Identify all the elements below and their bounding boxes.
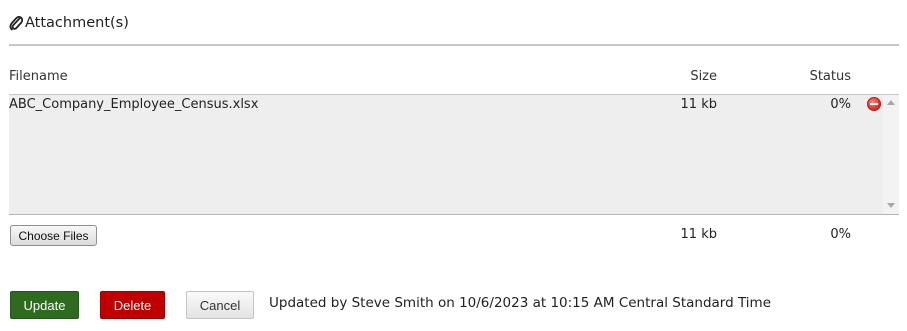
- scroll-down-icon[interactable]: [887, 203, 895, 208]
- choose-files-button[interactable]: Choose Files: [10, 225, 97, 246]
- update-button[interactable]: Update: [10, 291, 79, 319]
- file-size: 11 kb: [680, 97, 717, 112]
- section-title: Attachment(s): [25, 15, 129, 31]
- column-header-size: Size: [690, 69, 717, 84]
- cancel-button[interactable]: Cancel: [186, 291, 254, 319]
- section-divider: [9, 44, 899, 46]
- section-header: Attachment(s): [9, 12, 129, 34]
- scroll-up-icon[interactable]: [887, 100, 895, 105]
- updated-by-text: Updated by Steve Smith on 10/6/2023 at 1…: [269, 295, 772, 311]
- delete-button[interactable]: Delete: [100, 291, 165, 319]
- remove-file-icon[interactable]: [867, 97, 881, 111]
- paperclip-icon: [9, 15, 24, 31]
- file-name: ABC_Company_Employee_Census.xlsx: [9, 97, 259, 112]
- file-list: ABC_Company_Employee_Census.xlsx 11 kb 0…: [9, 94, 899, 215]
- file-row: ABC_Company_Employee_Census.xlsx 11 kb 0…: [9, 95, 883, 115]
- total-status: 0%: [830, 227, 851, 242]
- file-status: 0%: [830, 97, 851, 112]
- column-header-filename: Filename: [9, 69, 68, 84]
- column-header-status: Status: [809, 69, 851, 84]
- file-list-scrollbar[interactable]: [883, 95, 899, 214]
- attachments-panel: Attachment(s) Filename Size Status ABC_C…: [0, 0, 907, 331]
- total-size: 11 kb: [680, 227, 717, 242]
